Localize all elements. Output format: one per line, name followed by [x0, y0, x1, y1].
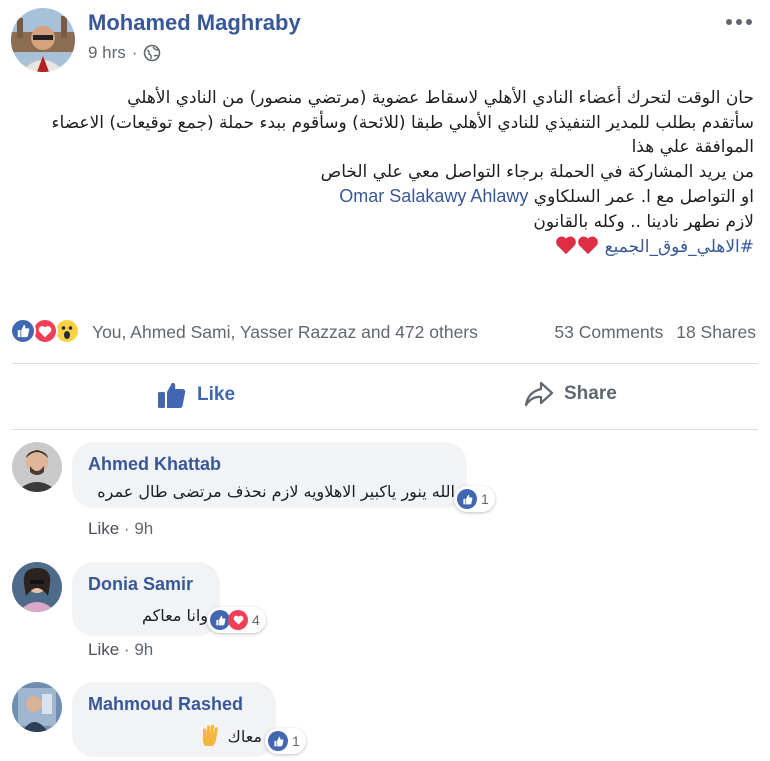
like-reaction-icon: [268, 731, 288, 751]
post-line: الموافقة علي هذا: [631, 137, 754, 158]
meta-dot: ·: [123, 640, 130, 659]
comment-time[interactable]: 9h: [134, 519, 153, 538]
share-arrow-icon: [524, 381, 554, 407]
share-button-label: Share: [564, 383, 617, 404]
comment-meta: Like · 9h: [88, 640, 153, 660]
post-meta: 9 hrs ·: [88, 43, 161, 63]
hashtag-link[interactable]: #الاهلي_فوق_الجميع: [605, 237, 754, 257]
like-button-label: Like: [197, 384, 236, 405]
meta-dot: ·: [131, 43, 138, 62]
commenter-avatar[interactable]: [12, 562, 62, 612]
like-button[interactable]: Like: [157, 381, 235, 409]
reaction-count: 1: [481, 491, 489, 507]
reaction-icons[interactable]: [10, 318, 80, 344]
share-button[interactable]: Share: [524, 381, 617, 407]
commenter-name[interactable]: Mahmoud Rashed: [88, 694, 243, 715]
reactions-summary: You, Ahmed Sami, Yasser Razzaz and 472 o…: [10, 318, 756, 348]
comment-text: الله ينور ياكبير الاهلاويه لازم نحذف مرت…: [97, 482, 455, 501]
comment-text: وانا معاكم: [141, 606, 208, 625]
heart-icon: [577, 235, 599, 255]
commenter-avatar[interactable]: [12, 682, 62, 732]
comment-bubble: Mahmoud Rashed معاك: [72, 682, 276, 757]
globe-icon[interactable]: [143, 44, 161, 62]
reaction-names[interactable]: You, Ahmed Sami, Yasser Razzaz and 472 o…: [92, 322, 478, 343]
like-reaction-icon: [210, 610, 230, 630]
shares-count[interactable]: 18 Shares: [676, 322, 756, 342]
author-avatar[interactable]: [11, 8, 75, 72]
comment-reactions[interactable]: 1: [454, 486, 495, 512]
divider: [12, 363, 758, 364]
raised-hand-icon: [200, 724, 222, 748]
commenter-name[interactable]: Ahmed Khattab: [88, 454, 221, 475]
reaction-count: 4: [252, 612, 260, 628]
comment-meta: Like · 9h: [88, 519, 153, 539]
comment-reactions[interactable]: 4: [207, 607, 266, 633]
thumbs-up-icon: [157, 381, 187, 409]
comment-like-link[interactable]: Like: [88, 519, 119, 538]
post-line: من يريد المشاركة في الحملة برجاء التواصل…: [320, 161, 754, 182]
commenter-name[interactable]: Donia Samir: [88, 574, 193, 595]
mention-link[interactable]: Omar Salakawy Ahlawy: [339, 186, 528, 206]
comment-text: معاك: [227, 726, 262, 746]
more-options-icon[interactable]: [722, 12, 756, 32]
post-time[interactable]: 9 hrs: [88, 43, 126, 63]
comment-time[interactable]: 9h: [134, 640, 153, 659]
hashtag-line: #الاهلي_فوق_الجميع: [0, 235, 754, 260]
meta-dot: ·: [123, 519, 130, 538]
post-line: لازم نطهر نادينا .. وكله بالقانون: [533, 211, 754, 232]
post-line: سأتقدم بطلب للمدير التنفيذي للنادي الأهل…: [51, 112, 754, 133]
comment-text-row: معاك: [200, 724, 262, 748]
comment-reactions[interactable]: 1: [265, 728, 306, 754]
like-reaction-icon: [457, 489, 477, 509]
heart-icon: [555, 235, 577, 255]
post-header: Mohamed Maghraby 9 hrs ·: [0, 0, 770, 80]
comment-bubble: Ahmed Khattab الله ينور ياكبير الاهلاويه…: [72, 442, 467, 508]
contact-prefix: او التواصل مع ا. عمر السلكاوي: [533, 187, 754, 208]
divider: [12, 429, 758, 430]
post-contact-line: او التواصل مع ا. عمر السلكاوي Omar Salak…: [0, 184, 754, 210]
comment-like-link[interactable]: Like: [88, 640, 119, 659]
commenter-avatar[interactable]: [12, 442, 62, 492]
post-text: حان الوقت لتحرك أعضاء النادي الأهلي لاسق…: [0, 86, 754, 259]
comment-bubble: Donia Samir وانا معاكم: [72, 562, 220, 636]
love-reaction-icon: [228, 610, 248, 630]
post-line: حان الوقت لتحرك أعضاء النادي الأهلي لاسق…: [127, 88, 754, 108]
comments-count[interactable]: 53 Comments: [554, 322, 663, 342]
reaction-count: 1: [292, 733, 300, 749]
like-reaction-icon: [10, 318, 36, 344]
author-name[interactable]: Mohamed Maghraby: [88, 10, 301, 36]
post-actions: Like Share: [12, 367, 758, 427]
engagement-counts: 53 Comments 18 Shares: [546, 322, 756, 343]
